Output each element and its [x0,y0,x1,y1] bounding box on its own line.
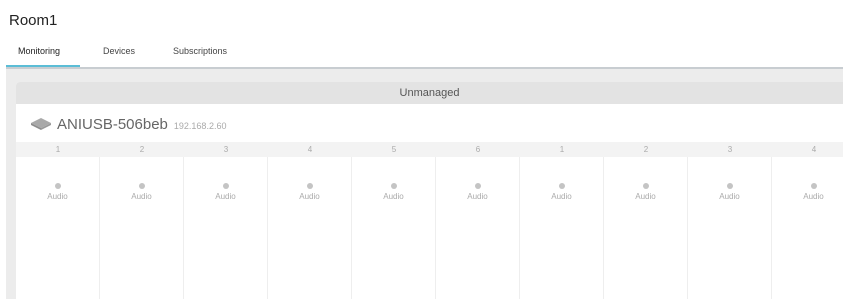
channel-number: 1 [559,145,565,154]
status-dot [810,183,817,189]
status-dot [558,183,565,189]
channel-type-label: Audio [803,192,824,201]
channel-column[interactable]: Audio [688,157,772,299]
channel-columns: Audio Audio Audio Audio Audio Audio Audio Audio… [16,157,843,299]
channel-column[interactable]: Audio [604,157,688,299]
status-dot [642,183,649,189]
device-ip: 192.168.2.60 [173,121,227,131]
channel-number: 5 [391,145,397,154]
channel-number: 2 [643,145,649,154]
channel-type-label: Audio [47,192,68,201]
monitoring-panel: Unmanaged ANIUSB-506beb 192.168.2.60 1 2 3… [6,69,843,299]
channel-header-row: 1 2 3 4 5 6 1 2 3 4 [16,142,843,157]
channel-column[interactable]: Audio [520,157,604,299]
channel-number: 3 [727,145,733,154]
device-row[interactable]: ANIUSB-506beb 192.168.2.60 [30,113,226,135]
channel-column[interactable]: Audio [352,157,436,299]
channel-column[interactable]: Audio [772,157,843,299]
group-header[interactable]: Unmanaged [16,82,843,104]
channel-number: 4 [307,145,313,154]
status-dot [390,183,397,189]
status-dot [306,183,313,189]
status-dot [138,183,145,189]
channel-type-label: Audio [467,192,488,201]
channel-type-label: Audio [719,192,740,201]
channel-column[interactable]: Audio [436,157,520,299]
channel-type-label: Audio [551,192,572,201]
channel-number: 3 [223,145,229,154]
device-group-card: Unmanaged ANIUSB-506beb 192.168.2.60 1 2 3… [16,82,843,299]
status-dot [222,183,229,189]
tab-monitoring[interactable]: Monitoring [18,46,60,56]
channel-number: 6 [475,145,481,154]
page-title: Room1 [9,12,58,29]
channel-type-label: Audio [131,192,152,201]
group-label: Unmanaged [399,87,460,99]
status-dot [726,183,733,189]
channel-type-label: Audio [383,192,404,201]
status-dot [54,183,61,189]
tab-subscriptions[interactable]: Subscriptions [173,46,227,56]
channel-type-label: Audio [299,192,320,201]
channel-column[interactable]: Audio [184,157,268,299]
channel-column[interactable]: Audio [100,157,184,299]
channel-number: 2 [139,145,145,154]
channel-type-label: Audio [215,192,236,201]
channel-number: 4 [811,145,817,154]
channel-type-label: Audio [635,192,656,201]
status-dot [474,183,481,189]
channel-column[interactable]: Audio [16,157,100,299]
tab-devices[interactable]: Devices [103,46,135,56]
channel-number: 1 [55,145,61,154]
tab-bar: Monitoring Devices Subscriptions [6,38,843,68]
device-icon [31,118,51,130]
device-name: ANIUSB-506beb [57,115,168,133]
channel-column[interactable]: Audio [268,157,352,299]
